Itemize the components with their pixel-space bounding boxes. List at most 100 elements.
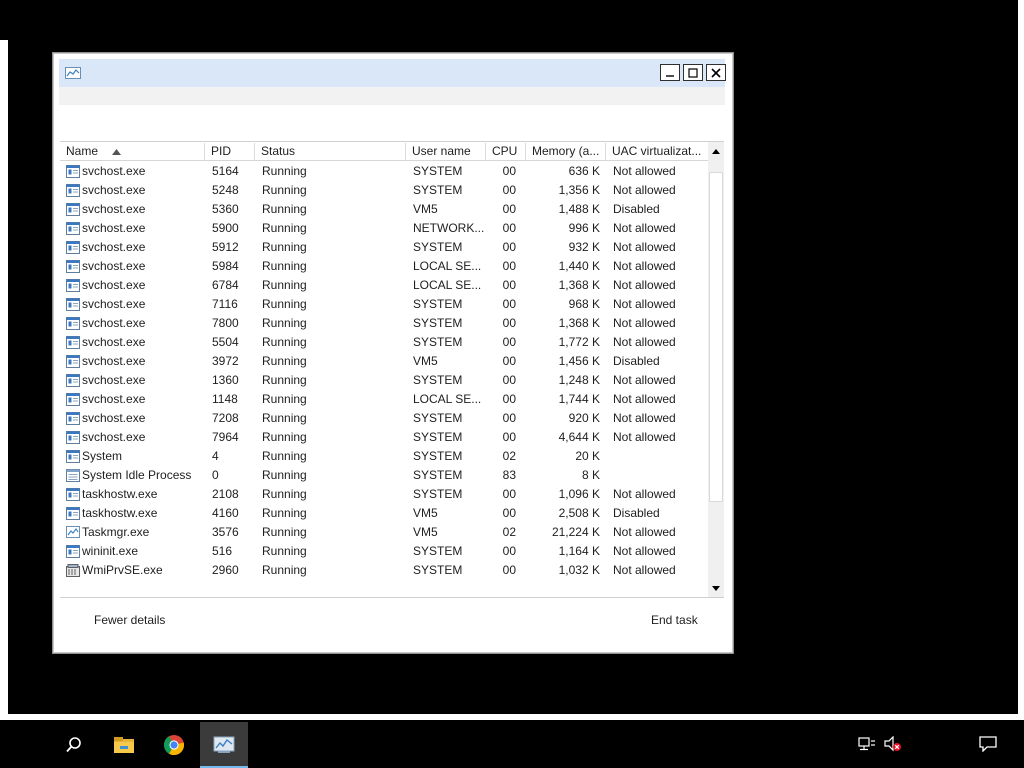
pid-cell: 4	[212, 449, 219, 463]
memory-cell: 1,032 K	[558, 563, 600, 577]
table-row[interactable]: svchost.exe 5504 Running SYSTEM 00 1,772 K Not…	[60, 333, 708, 352]
table-row[interactable]: svchost.exe 3972 Running VM5 00 1,456 K Disabl…	[60, 352, 708, 371]
task-manager-icon	[213, 736, 235, 753]
user-name-cell: SYSTEM	[413, 411, 463, 425]
pid-cell: 6784	[212, 278, 239, 292]
uac-virtualization-cell: Disabled	[613, 506, 660, 520]
cpu-cell: 00	[502, 506, 516, 520]
column-header-user[interactable]: User name	[406, 143, 486, 160]
status-cell: Running	[262, 202, 307, 216]
pid-cell: 2108	[212, 487, 239, 501]
table-row[interactable]: svchost.exe 7800 Running SYSTEM 00 1,368 K Not…	[60, 314, 708, 333]
user-name-cell: SYSTEM	[413, 373, 463, 387]
table-row[interactable]: svchost.exe 5248 Running SYSTEM 00 1,356 K Not…	[60, 181, 708, 200]
table-row[interactable]: svchost.exe 5900 Running NETWORK... 00 996 K N…	[60, 219, 708, 238]
table-row[interactable]: svchost.exe 5360 Running VM5 00 1,488 K Disabl…	[60, 200, 708, 219]
user-name-cell: NETWORK...	[413, 221, 485, 235]
taskbar-chrome[interactable]	[150, 722, 198, 768]
status-cell: Running	[262, 525, 307, 539]
process-service-icon	[66, 241, 80, 254]
uac-virtualization-cell: Not allowed	[613, 221, 676, 235]
table-row[interactable]: Taskmgr.exe 3576 Running VM5 02 21,224 K Not a…	[60, 523, 708, 542]
end-task-button[interactable]: End task	[651, 613, 698, 627]
user-name-cell: SYSTEM	[413, 240, 463, 254]
table-row[interactable]: System 4 Running SYSTEM 02 20 K	[60, 447, 708, 466]
process-service-icon	[66, 412, 80, 425]
network-tray-button[interactable]	[858, 736, 876, 755]
uac-virtualization-cell: Not allowed	[613, 392, 676, 406]
cpu-cell: 00	[502, 335, 516, 349]
table-row[interactable]: svchost.exe 5912 Running SYSTEM 00 932 K Not a…	[60, 238, 708, 257]
taskbar-search-button[interactable]	[50, 722, 98, 768]
cpu-cell: 00	[502, 354, 516, 368]
uac-virtualization-cell: Not allowed	[613, 563, 676, 577]
column-header-pid[interactable]: PID	[205, 143, 255, 160]
uac-virtualization-cell: Not allowed	[613, 525, 676, 539]
status-cell: Running	[262, 259, 307, 273]
table-row[interactable]: svchost.exe 5164 Running SYSTEM 00 636 K Not a…	[60, 162, 708, 181]
process-name-cell: svchost.exe	[82, 335, 146, 349]
column-header-cpu[interactable]: CPU	[486, 143, 526, 160]
cpu-cell: 00	[502, 487, 516, 501]
column-header-memory[interactable]: Memory (a...	[526, 143, 606, 160]
table-row[interactable]: svchost.exe 6784 Running LOCAL SE... 00 1,368…	[60, 276, 708, 295]
table-row[interactable]: System Idle Process 0 Running SYSTEM 83 8 K	[60, 466, 708, 485]
user-name-cell: VM5	[413, 202, 438, 216]
process-service-icon	[66, 279, 80, 292]
table-row[interactable]: svchost.exe 1148 Running LOCAL SE... 00 1,744…	[60, 390, 708, 409]
memory-cell: 1,096 K	[558, 487, 600, 501]
process-name-cell: svchost.exe	[82, 259, 146, 273]
column-header-uac[interactable]: UAC virtualizat...	[606, 143, 708, 160]
maximize-button[interactable]	[683, 64, 703, 81]
uac-virtualization-cell: Not allowed	[613, 487, 676, 501]
table-row[interactable]: svchost.exe 7208 Running SYSTEM 00 920 K Not a…	[60, 409, 708, 428]
table-row[interactable]: svchost.exe 5984 Running LOCAL SE... 00 1,440…	[60, 257, 708, 276]
table-row[interactable]: svchost.exe 7116 Running SYSTEM 00 968 K Not a…	[60, 295, 708, 314]
desktop-edge	[0, 40, 8, 720]
process-service-icon	[66, 355, 80, 368]
uac-virtualization-cell: Not allowed	[613, 259, 676, 273]
table-row[interactable]: svchost.exe 1360 Running SYSTEM 00 1,248 K Not…	[60, 371, 708, 390]
user-name-cell: VM5	[413, 506, 438, 520]
uac-virtualization-cell: Not allowed	[613, 335, 676, 349]
close-button[interactable]	[706, 64, 726, 81]
taskbar-task-manager[interactable]	[200, 722, 248, 768]
action-center-button[interactable]	[979, 736, 997, 755]
process-service-icon	[66, 165, 80, 178]
status-cell: Running	[262, 354, 307, 368]
taskbar-file-explorer[interactable]	[100, 722, 148, 768]
status-cell: Running	[262, 373, 307, 387]
vertical-scrollbar[interactable]	[708, 142, 724, 598]
status-cell: Running	[262, 430, 307, 444]
process-service-icon	[66, 317, 80, 330]
process-name-cell: svchost.exe	[82, 202, 146, 216]
volume-tray-button[interactable]	[884, 735, 902, 755]
status-cell: Running	[262, 335, 307, 349]
table-row[interactable]: taskhostw.exe 4160 Running VM5 00 2,508 K Disa…	[60, 504, 708, 523]
scroll-track[interactable]	[708, 160, 724, 580]
column-header-status[interactable]: Status	[255, 143, 406, 160]
fewer-details-button[interactable]: Fewer details	[94, 613, 165, 627]
title-bar[interactable]	[59, 59, 726, 87]
process-service-icon	[66, 203, 80, 216]
cpu-cell: 00	[502, 183, 516, 197]
user-name-cell: LOCAL SE...	[413, 392, 482, 406]
table-row[interactable]: WmiPrvSE.exe 2960 Running SYSTEM 00 1,032 K No…	[60, 561, 708, 580]
cpu-cell: 00	[502, 392, 516, 406]
column-header-name[interactable]: Name	[60, 143, 205, 160]
memory-cell: 1,368 K	[558, 278, 600, 292]
user-name-cell: SYSTEM	[413, 563, 463, 577]
table-row[interactable]: taskhostw.exe 2108 Running SYSTEM 00 1,096 K N…	[60, 485, 708, 504]
column-label: Status	[261, 144, 296, 158]
scroll-down-button[interactable]	[708, 580, 724, 597]
minimize-button[interactable]	[660, 64, 680, 81]
uac-virtualization-cell: Not allowed	[613, 544, 676, 558]
scroll-up-button[interactable]	[708, 143, 724, 160]
memory-cell: 996 K	[568, 221, 600, 235]
table-row[interactable]: svchost.exe 7964 Running SYSTEM 00 4,644 K Not…	[60, 428, 708, 447]
pid-cell: 4160	[212, 506, 239, 520]
process-service-icon	[66, 393, 80, 406]
table-row[interactable]: wininit.exe 516 Running SYSTEM 00 1,164 K Not …	[60, 542, 708, 561]
scroll-thumb[interactable]	[709, 172, 723, 502]
pid-cell: 5504	[212, 335, 239, 349]
